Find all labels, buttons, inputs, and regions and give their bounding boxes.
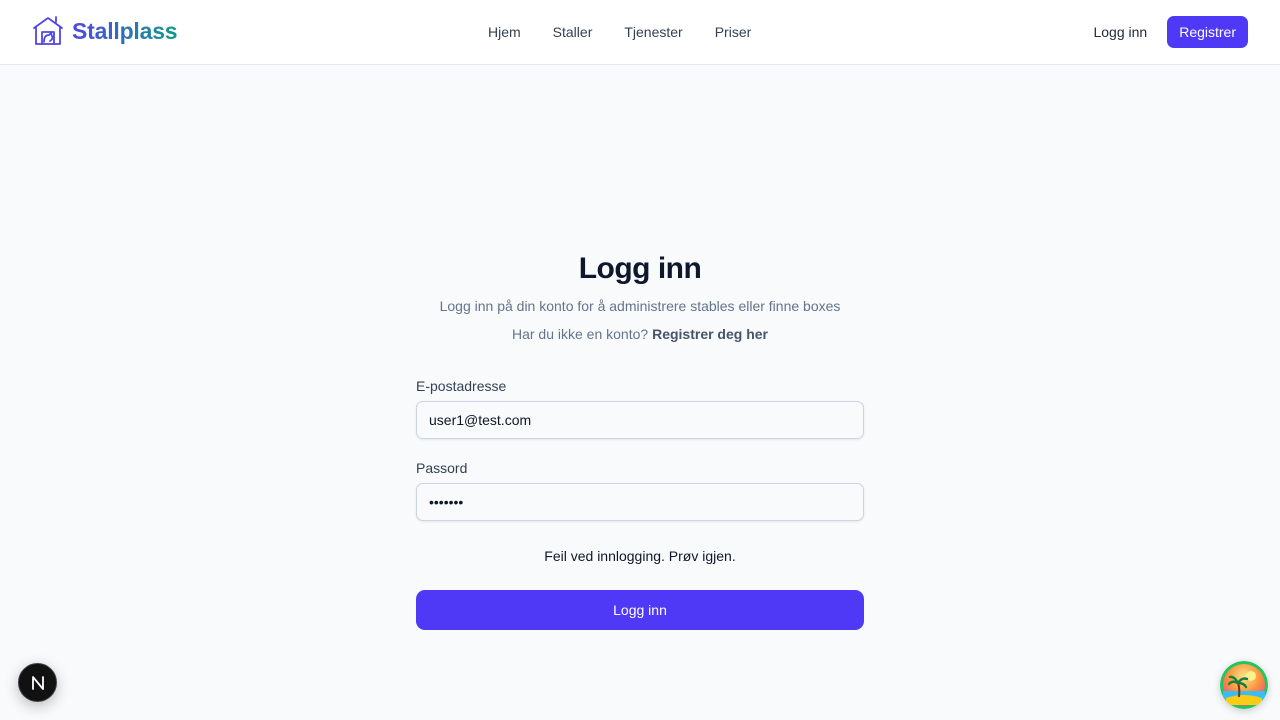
email-label: E-postadresse bbox=[416, 378, 507, 394]
page-subtitle: Logg inn på din konto for å administrere… bbox=[439, 298, 841, 314]
login-submit-button[interactable]: Logg inn bbox=[416, 590, 864, 630]
email-field[interactable] bbox=[416, 401, 864, 439]
login-form: E-postadresse Passord Feil ved innloggin… bbox=[416, 377, 864, 630]
main-nav: Hjem Staller Tjenester Priser bbox=[472, 0, 767, 64]
auth-actions: Logg inn Registrer bbox=[1089, 16, 1248, 48]
nav-item-hjem[interactable]: Hjem bbox=[472, 18, 537, 46]
beach-palm-avatar-icon bbox=[1220, 661, 1268, 709]
site-header: Stallplass Hjem Staller Tjenester Priser… bbox=[0, 0, 1280, 65]
login-panel: Logg inn Logg inn på din konto for å adm… bbox=[416, 250, 864, 630]
header-login-link[interactable]: Logg inn bbox=[1089, 18, 1151, 46]
brand-logo[interactable]: Stallplass bbox=[32, 15, 178, 47]
nav-item-staller[interactable]: Staller bbox=[537, 18, 609, 46]
user-avatar-button[interactable] bbox=[1220, 661, 1268, 709]
page-title: Logg inn bbox=[578, 252, 702, 285]
signup-prompt: Har du ikke en konto? bbox=[511, 326, 649, 342]
signup-prompt-line: Har du ikke en konto? Registrer deg her bbox=[416, 325, 864, 343]
nextjs-logo-icon bbox=[31, 675, 44, 690]
nav-item-tjenester[interactable]: Tjenester bbox=[608, 18, 698, 46]
header-register-button[interactable]: Registrer bbox=[1167, 16, 1248, 48]
brand-name: Stallplass bbox=[72, 17, 178, 44]
nextjs-dev-badge[interactable] bbox=[18, 663, 57, 702]
stable-house-icon bbox=[33, 16, 63, 45]
password-label: Passord bbox=[416, 460, 468, 476]
signup-link[interactable]: Registrer deg her bbox=[652, 326, 768, 342]
password-field[interactable] bbox=[416, 483, 864, 521]
error-message: Feil ved innlogging. Prøv igjen. bbox=[544, 548, 736, 564]
nav-item-priser[interactable]: Priser bbox=[699, 18, 768, 46]
